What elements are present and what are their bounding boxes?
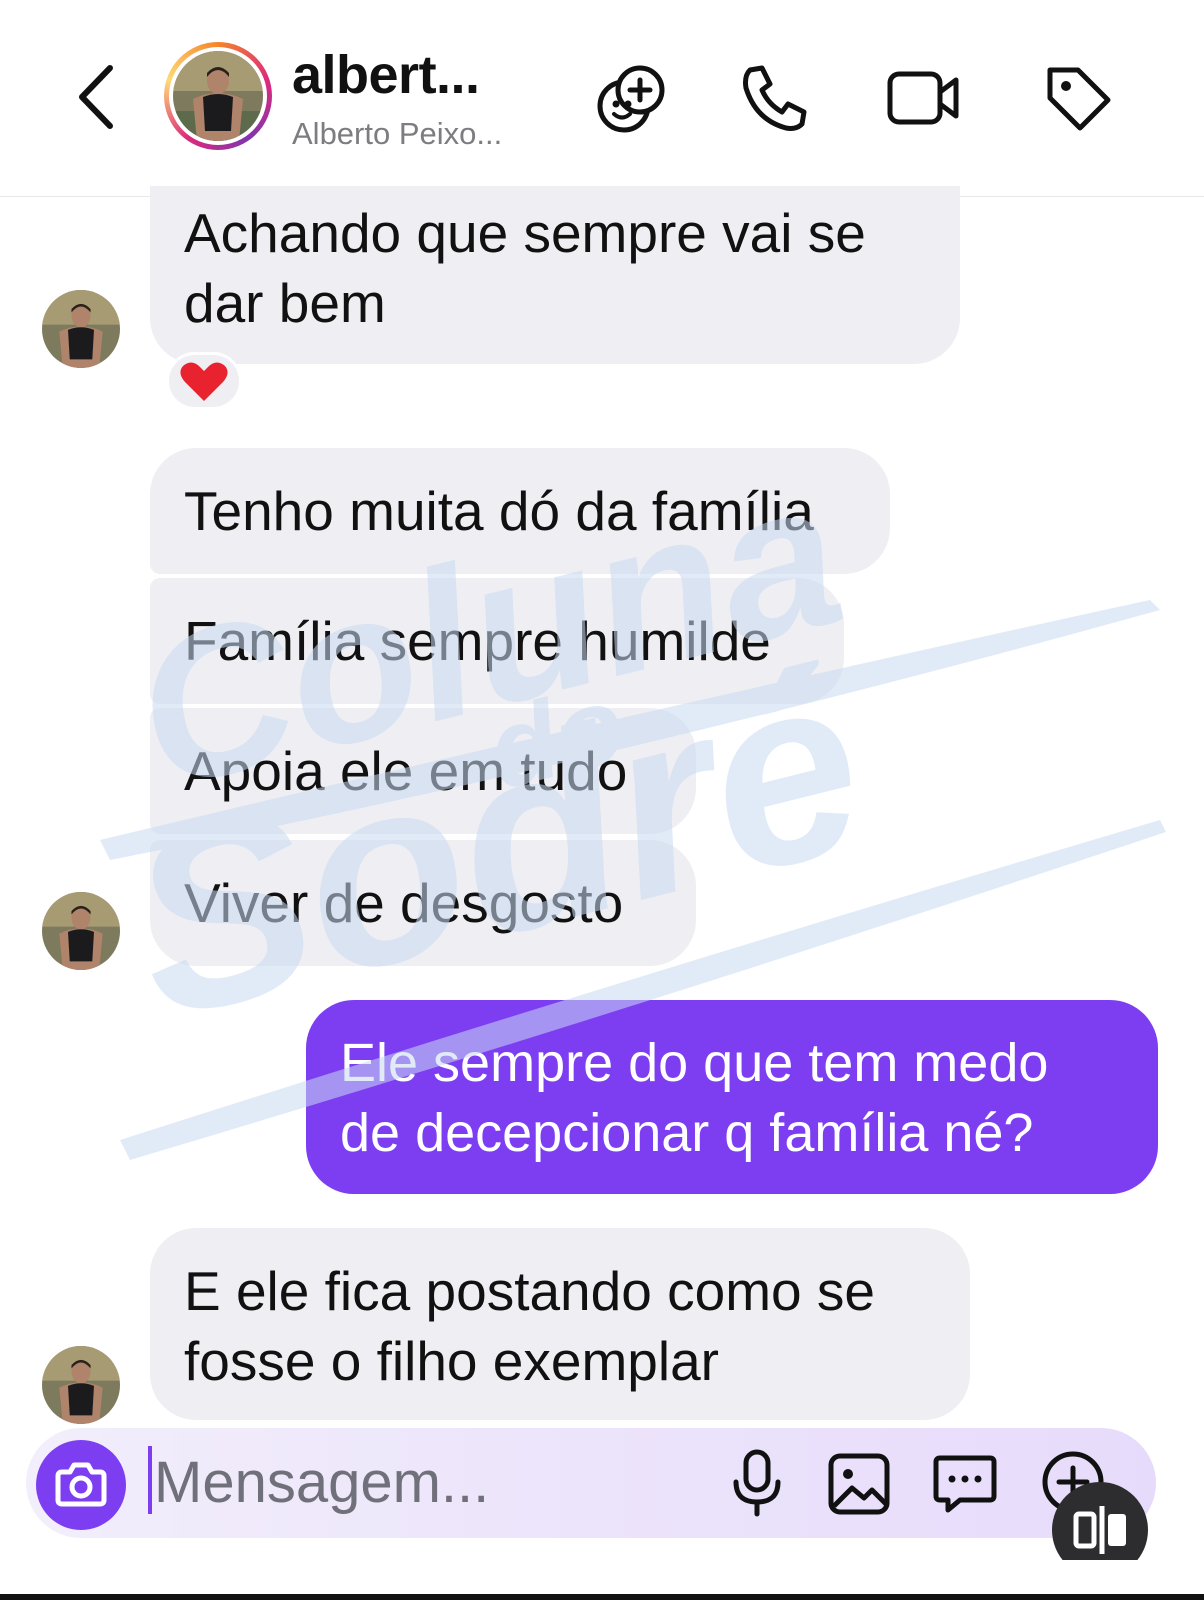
avatar-photo [42, 290, 120, 368]
message-line: Apoia ele em tudo [184, 740, 628, 802]
back-button[interactable] [72, 62, 122, 132]
message-line: dar bem [184, 272, 386, 334]
chat-header: albert... Alberto Peixo... [0, 0, 1204, 197]
contact-full-name[interactable]: Alberto Peixo... [292, 116, 502, 152]
avatar-photo [42, 1346, 120, 1424]
avatar-photo [42, 892, 120, 970]
message-line: E ele fica postando como se [184, 1260, 875, 1322]
audio-call-button[interactable] [736, 58, 816, 138]
message-line: Achando que sempre vai se [184, 202, 866, 264]
gallery-button[interactable] [826, 1446, 892, 1520]
voice-message-button[interactable] [724, 1446, 790, 1520]
video-call-button[interactable] [884, 58, 964, 138]
camera-icon [55, 1462, 107, 1507]
effects-button[interactable] [592, 58, 672, 138]
incoming-message[interactable]: Apoia ele em tudo [150, 708, 696, 834]
camera-button[interactable] [36, 1440, 126, 1530]
message-line: de decepcionar q família né? [340, 1103, 1034, 1163]
message-input[interactable] [154, 1444, 674, 1520]
message-line: Tenho muita dó da família [184, 480, 814, 542]
sender-avatar[interactable] [42, 892, 120, 970]
contact-username[interactable]: albert... [292, 44, 480, 106]
chevron-left-icon [79, 65, 113, 129]
gallery-icon [828, 1453, 890, 1515]
microphone-icon [733, 1449, 781, 1517]
message-line: Viver de desgosto [184, 872, 624, 934]
sender-avatar[interactable] [42, 290, 120, 368]
incoming-message[interactable]: Família sempre humilde [150, 578, 844, 704]
incoming-message[interactable]: Viver de desgosto [150, 840, 696, 966]
sticker-button[interactable] [932, 1446, 998, 1520]
text-cursor [148, 1446, 152, 1514]
message-line: fosse o filho exemplar [184, 1330, 719, 1392]
phone-icon [743, 65, 807, 131]
tag-button[interactable] [1038, 58, 1118, 138]
message-line: Ele sempre do que tem medo [340, 1033, 1049, 1093]
tag-icon [1047, 67, 1111, 131]
effects-icon [597, 65, 665, 133]
home-indicator-bar [0, 1594, 1204, 1600]
incoming-message[interactable]: E ele fica postando como se fosse o filh… [150, 1228, 970, 1420]
message-line: Família sempre humilde [184, 610, 771, 672]
outgoing-message[interactable]: Ele sempre do que tem medo de decepciona… [306, 1000, 1158, 1194]
video-camera-icon [887, 71, 959, 125]
chat-sticker-icon [933, 1455, 997, 1513]
incoming-message[interactable]: Tenho muita dó da família [150, 448, 890, 574]
heart-icon [180, 362, 228, 401]
incoming-message[interactable]: Achando que sempre vai se dar bem [150, 186, 960, 364]
profile-avatar[interactable] [164, 42, 272, 150]
avatar-photo [173, 51, 263, 141]
message-reaction[interactable] [166, 352, 242, 410]
sender-avatar[interactable] [42, 1346, 120, 1424]
